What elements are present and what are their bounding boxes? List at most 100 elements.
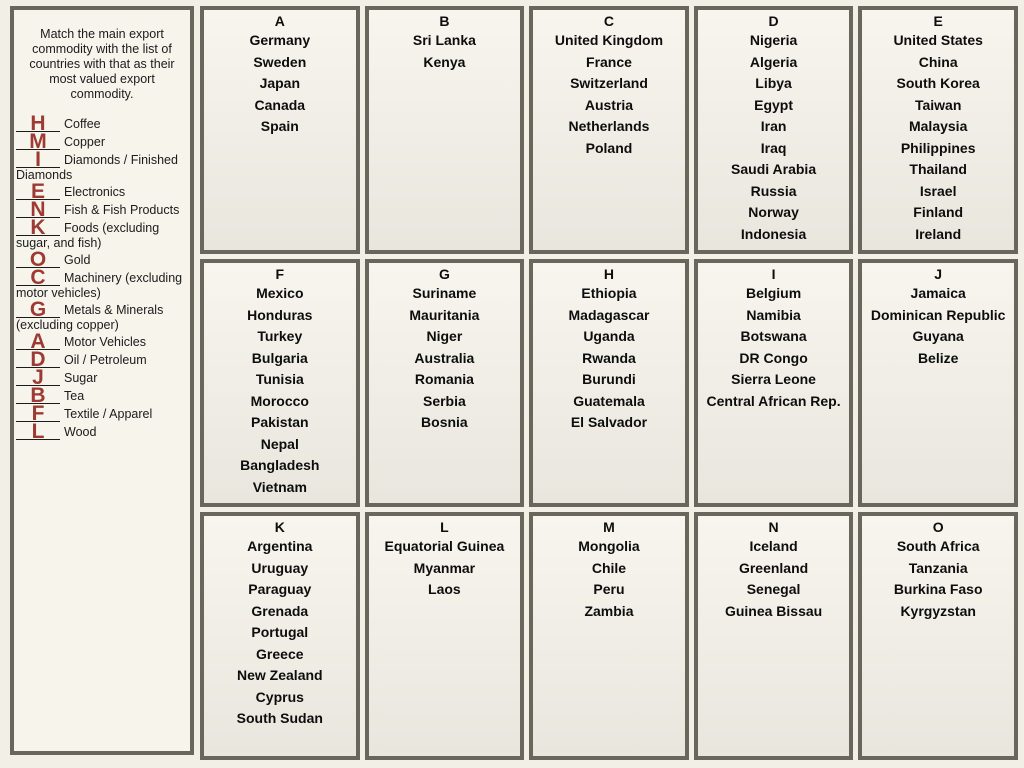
answer-blank[interactable]: K xyxy=(16,216,60,239)
country-item: DR Congo xyxy=(739,349,808,366)
answer-box-g[interactable]: G Suriname Mauritania Niger Australia Romania… xyxy=(364,259,525,507)
country-item: Niger xyxy=(426,328,463,344)
country-item: Bosnia xyxy=(421,414,468,430)
answer-box-letter: N xyxy=(768,519,779,535)
answer-blank[interactable]: G xyxy=(16,298,60,321)
commodity-label: Motor Vehicles xyxy=(64,335,146,349)
answer-box-letter: F xyxy=(275,266,285,282)
country-item: Israel xyxy=(919,182,957,199)
answer-box-h[interactable]: H Ethiopia Madagascar Uganda Rwanda Burundi Gu… xyxy=(529,259,689,507)
country-item: Namibia xyxy=(746,306,801,323)
answer-box-n[interactable]: N Iceland Greenland Senegal Guinea Bissau xyxy=(693,512,854,760)
match-item: L Wood xyxy=(14,420,190,443)
answer-blank[interactable]: I xyxy=(16,149,60,170)
commodity-label: Textile / Apparel xyxy=(64,407,153,421)
country-item: Paraguay xyxy=(248,581,312,597)
country-item: Algeria xyxy=(749,53,798,70)
country-item: Cyprus xyxy=(255,688,304,705)
country-item: Saudi Arabia xyxy=(731,161,817,177)
country-item: Tunisia xyxy=(255,371,304,387)
country-item: Romania xyxy=(414,371,474,387)
country-item: Kenya xyxy=(423,53,466,70)
country-item: Germany xyxy=(249,32,311,48)
answer-box-f[interactable]: F Mexico Honduras Turkey Bulgaria Tunisia Moro… xyxy=(200,259,360,507)
country-item: Portugal xyxy=(251,624,309,640)
country-item: United States xyxy=(893,32,983,48)
country-item: Equatorial Guinea xyxy=(384,538,505,554)
country-item: South Korea xyxy=(896,75,980,91)
answer-box-letter: B xyxy=(439,13,450,29)
country-item: Greece xyxy=(256,645,304,662)
country-list: Iceland Greenland Senegal Guinea Bissau xyxy=(699,536,849,622)
country-item: Iceland xyxy=(749,538,798,554)
answer-box-letter: E xyxy=(933,13,943,29)
country-item: Netherlands xyxy=(568,118,650,134)
country-item: Ethiopia xyxy=(581,285,637,301)
answer-box-o[interactable]: O South Africa Tanzania Burkina Faso Kyrgyzs… xyxy=(858,512,1018,760)
country-item: Central African Rep. xyxy=(706,392,841,409)
answer-box-d[interactable]: D Nigeria Algeria Libya Egypt Iran Iraq Saudi A… xyxy=(693,6,854,254)
country-item: Dominican Republic xyxy=(870,306,1006,323)
answer-box-letter: J xyxy=(934,266,943,282)
answer-box-letter: O xyxy=(932,519,944,535)
question-panel: Match the main export commodity with the… xyxy=(10,6,194,755)
country-item: Philippines xyxy=(900,139,976,156)
answer-box-k[interactable]: K Argentina Uruguay Paraguay Grenada Portugal… xyxy=(200,512,360,760)
country-item: Sweden xyxy=(253,53,307,70)
answer-box-letter: K xyxy=(274,519,285,535)
answer-box-letter: D xyxy=(768,13,779,29)
answer-box-i[interactable]: I Belgium Namibia Botswana DR Congo Sierra Le… xyxy=(693,259,854,507)
country-item: South Africa xyxy=(896,538,980,554)
country-item: Suriname xyxy=(412,285,477,301)
answer-box-l[interactable]: L Equatorial Guinea Myanmar Laos xyxy=(364,512,525,760)
country-item: Peru xyxy=(593,581,625,597)
match-item: G Metals & Minerals (excluding copper) xyxy=(14,299,190,332)
country-item: Poland xyxy=(585,139,633,156)
country-item: Norway xyxy=(748,204,799,220)
country-item: Switzerland xyxy=(570,75,648,91)
commodity-label: Sugar xyxy=(64,371,98,385)
answer-grid-row: A Germany Sweden Japan Canada Spain B Sri Lanka… xyxy=(200,6,1018,254)
country-item: Zambia xyxy=(584,602,634,619)
answer-box-e[interactable]: E United States China South Korea Taiwan Mala… xyxy=(858,6,1018,254)
answer-box-letter: L xyxy=(440,519,449,535)
country-item: Belize xyxy=(917,349,959,366)
country-item: Finland xyxy=(913,204,964,220)
match-list: H Coffee M Copper I Diamonds / Finished Diamo… xyxy=(14,113,190,443)
country-item: Chile xyxy=(591,559,627,576)
answer-letter: L xyxy=(31,420,45,443)
country-list: Equatorial Guinea Myanmar Laos xyxy=(370,536,520,601)
country-item: Morocco xyxy=(250,392,309,409)
country-item: Russia xyxy=(750,182,797,199)
country-item: Botswana xyxy=(740,328,807,344)
country-item: Egypt xyxy=(754,96,794,113)
answer-box-b[interactable]: B Sri Lanka Kenya xyxy=(364,6,525,254)
commodity-label: Fish & Fish Products xyxy=(64,203,180,217)
match-item: K Foods (excluding sugar, and fish) xyxy=(14,217,190,250)
country-item: Senegal xyxy=(746,581,801,597)
answer-letter: G xyxy=(29,298,47,321)
answer-box-j[interactable]: J Jamaica Dominican Republic Guyana Belize xyxy=(858,259,1018,507)
answer-box-letter: I xyxy=(771,266,776,282)
country-item: Rwanda xyxy=(582,349,636,366)
answer-blank[interactable]: C xyxy=(16,266,60,289)
country-item: Guinea Bissau xyxy=(724,602,823,619)
match-item: C Machinery (excluding motor vehicles) xyxy=(14,267,190,300)
country-item: United Kingdom xyxy=(554,32,664,48)
country-item: Libya xyxy=(755,75,792,91)
commodity-label: Tea xyxy=(64,389,85,403)
country-list: Suriname Mauritania Niger Australia Romania S… xyxy=(370,283,520,434)
answer-box-a[interactable]: A Germany Sweden Japan Canada Spain xyxy=(200,6,360,254)
answer-letter: K xyxy=(30,216,46,239)
country-item: Canada xyxy=(254,96,306,113)
country-item: South Sudan xyxy=(236,710,323,726)
country-item: New Zealand xyxy=(237,667,323,683)
answer-box-c[interactable]: C United Kingdom France Switzerland Austria N… xyxy=(529,6,689,254)
match-item: I Diamonds / Finished Diamonds xyxy=(14,149,190,182)
answer-box-m[interactable]: M Mongolia Chile Peru Zambia xyxy=(529,512,689,760)
answer-letter: C xyxy=(30,266,46,289)
answer-blank[interactable]: L xyxy=(16,420,60,443)
country-item: Mexico xyxy=(256,285,304,301)
country-item: Austria xyxy=(584,96,634,113)
country-item: Sri Lanka xyxy=(412,32,476,48)
